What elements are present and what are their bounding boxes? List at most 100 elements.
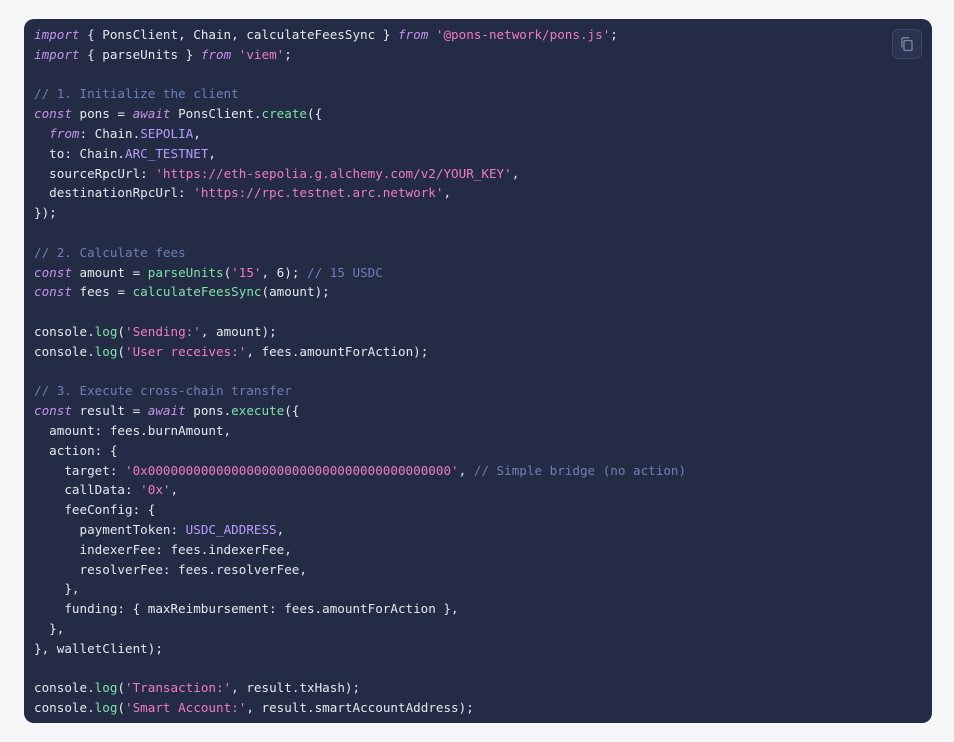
code-line: }, walletClient); bbox=[34, 639, 686, 659]
code-token: console. bbox=[34, 700, 95, 716]
code-token: const bbox=[34, 264, 72, 280]
code-line: action: { bbox=[34, 441, 686, 461]
code-token: log bbox=[94, 680, 118, 696]
code-token: 'Transaction:' bbox=[125, 680, 232, 696]
code-line: console.log('User receives:', fees.amoun… bbox=[34, 342, 686, 362]
code-line: amount: fees.burnAmount, bbox=[34, 421, 686, 441]
code-line: destinationRpcUrl: 'https://rpc.testnet.… bbox=[34, 183, 686, 203]
code-line: const amount = parseUnits('15', 6); // 1… bbox=[34, 263, 686, 283]
code-token: const bbox=[34, 284, 72, 300]
code-token: result = bbox=[71, 403, 148, 419]
code-line: const fees = calculateFeesSync(amount); bbox=[34, 282, 686, 302]
code-token: // 15 USDC bbox=[307, 264, 383, 280]
code-line: to: Chain.ARC_TESTNET, bbox=[34, 144, 686, 164]
code-token: , bbox=[443, 185, 452, 201]
code-token: to: Chain. bbox=[34, 145, 125, 161]
code-token: resolverFee: fees.resolverFee, bbox=[34, 561, 307, 577]
code-line: indexerFee: fees.indexerFee, bbox=[34, 540, 686, 560]
code-token: amount = bbox=[71, 264, 148, 280]
code-token: ( bbox=[117, 343, 126, 359]
code-token: }, walletClient); bbox=[34, 640, 163, 656]
code-token: }, bbox=[34, 581, 80, 597]
code-token: // 3. Execute cross-chain transfer bbox=[34, 383, 292, 399]
code-block: import { PonsClient, Chain, calculateFee… bbox=[24, 19, 932, 723]
code-token: // 2. Calculate fees bbox=[34, 244, 186, 260]
code-token: const bbox=[34, 106, 72, 122]
code-token: from bbox=[200, 46, 232, 62]
code-line: console.log('Transaction:', result.txHas… bbox=[34, 678, 686, 698]
code-token: from bbox=[49, 125, 80, 141]
code-token: log bbox=[94, 700, 118, 716]
code-token: log bbox=[94, 323, 118, 339]
code-token: PonsClient. bbox=[170, 106, 262, 122]
code-token: ; bbox=[610, 27, 618, 42]
code-token: USDC_ADDRESS bbox=[185, 521, 277, 537]
code-token: const bbox=[34, 403, 72, 419]
code-line: callData: '0x', bbox=[34, 480, 686, 500]
code-line: paymentToken: USDC_ADDRESS, bbox=[34, 520, 686, 540]
code-line: const pons = await PonsClient.create({ bbox=[34, 104, 686, 124]
code-line: // 3. Execute cross-chain transfer bbox=[34, 381, 686, 401]
code-token: create bbox=[261, 106, 308, 122]
code-token: 'Smart Account:' bbox=[125, 700, 247, 716]
code-line: console.log('Smart Account:', result.sma… bbox=[34, 698, 686, 718]
code-line: resolverFee: fees.resolverFee, bbox=[34, 560, 686, 580]
code-line: console.log('Sending:', amount); bbox=[34, 322, 686, 342]
code-token: pons = bbox=[71, 106, 133, 122]
code-token: ( bbox=[117, 323, 126, 339]
code-token: 'User receives:' bbox=[125, 343, 247, 359]
code-token: , bbox=[170, 482, 179, 498]
code-token: import bbox=[34, 27, 80, 42]
code-token: '@pons-network/pons.js' bbox=[435, 27, 611, 42]
code-token: , result.txHash); bbox=[231, 680, 361, 696]
code-token: , fees.amountForAction); bbox=[246, 343, 429, 359]
code-token: , amount); bbox=[200, 323, 277, 339]
code-line: }, bbox=[34, 579, 686, 599]
code-token: parseUnits bbox=[147, 264, 224, 280]
code-token: : Chain. bbox=[79, 125, 141, 141]
code-token: , 6); bbox=[261, 264, 308, 280]
code-token: ARC_TESTNET bbox=[125, 145, 209, 161]
code-token: sourceRpcUrl: bbox=[34, 165, 156, 181]
code-token: funding: { maxReimbursement: fees.amount… bbox=[34, 601, 459, 617]
code-line: feeConfig: { bbox=[34, 500, 686, 520]
copy-button[interactable] bbox=[892, 29, 922, 59]
code-token: log bbox=[94, 343, 118, 359]
code-token: calculateFeesSync bbox=[132, 284, 262, 300]
code-line: }); bbox=[34, 203, 686, 223]
code-token: amount: fees.burnAmount, bbox=[34, 422, 232, 438]
code-token: , bbox=[511, 165, 520, 181]
code-token: action: { bbox=[34, 442, 118, 458]
code-token: feeConfig: { bbox=[34, 502, 156, 518]
code-token: target: bbox=[34, 462, 125, 478]
code-token: ({ bbox=[307, 106, 323, 122]
code-token: ( bbox=[117, 680, 126, 696]
code-token: await bbox=[132, 106, 171, 122]
code-token: , bbox=[276, 521, 285, 537]
code-token: , bbox=[208, 145, 216, 161]
code-line: target: '0x00000000000000000000000000000… bbox=[34, 461, 686, 481]
code-line: from: Chain.SEPOLIA, bbox=[34, 124, 686, 144]
code-line: import { PonsClient, Chain, calculateFee… bbox=[34, 25, 686, 45]
code-token: '0x0000000000000000000000000000000000000… bbox=[125, 462, 459, 478]
copy-icon bbox=[901, 37, 913, 52]
code-content[interactable]: import { PonsClient, Chain, calculateFee… bbox=[34, 25, 686, 718]
code-token: paymentToken: bbox=[34, 521, 186, 537]
code-token: indexerFee: fees.indexerFee, bbox=[34, 541, 292, 557]
code-line: sourceRpcUrl: 'https://eth-sepolia.g.alc… bbox=[34, 164, 686, 184]
code-token: // 1. Initialize the client bbox=[34, 86, 239, 102]
code-token: , result.smartAccountAddress); bbox=[246, 700, 474, 716]
code-token: console. bbox=[34, 323, 95, 339]
code-token: callData: bbox=[34, 482, 141, 498]
code-token: '0x' bbox=[140, 482, 171, 498]
code-token: }); bbox=[34, 205, 57, 221]
code-line: }, bbox=[34, 619, 686, 639]
code-token: 'https://rpc.testnet.arc.network' bbox=[193, 185, 444, 201]
